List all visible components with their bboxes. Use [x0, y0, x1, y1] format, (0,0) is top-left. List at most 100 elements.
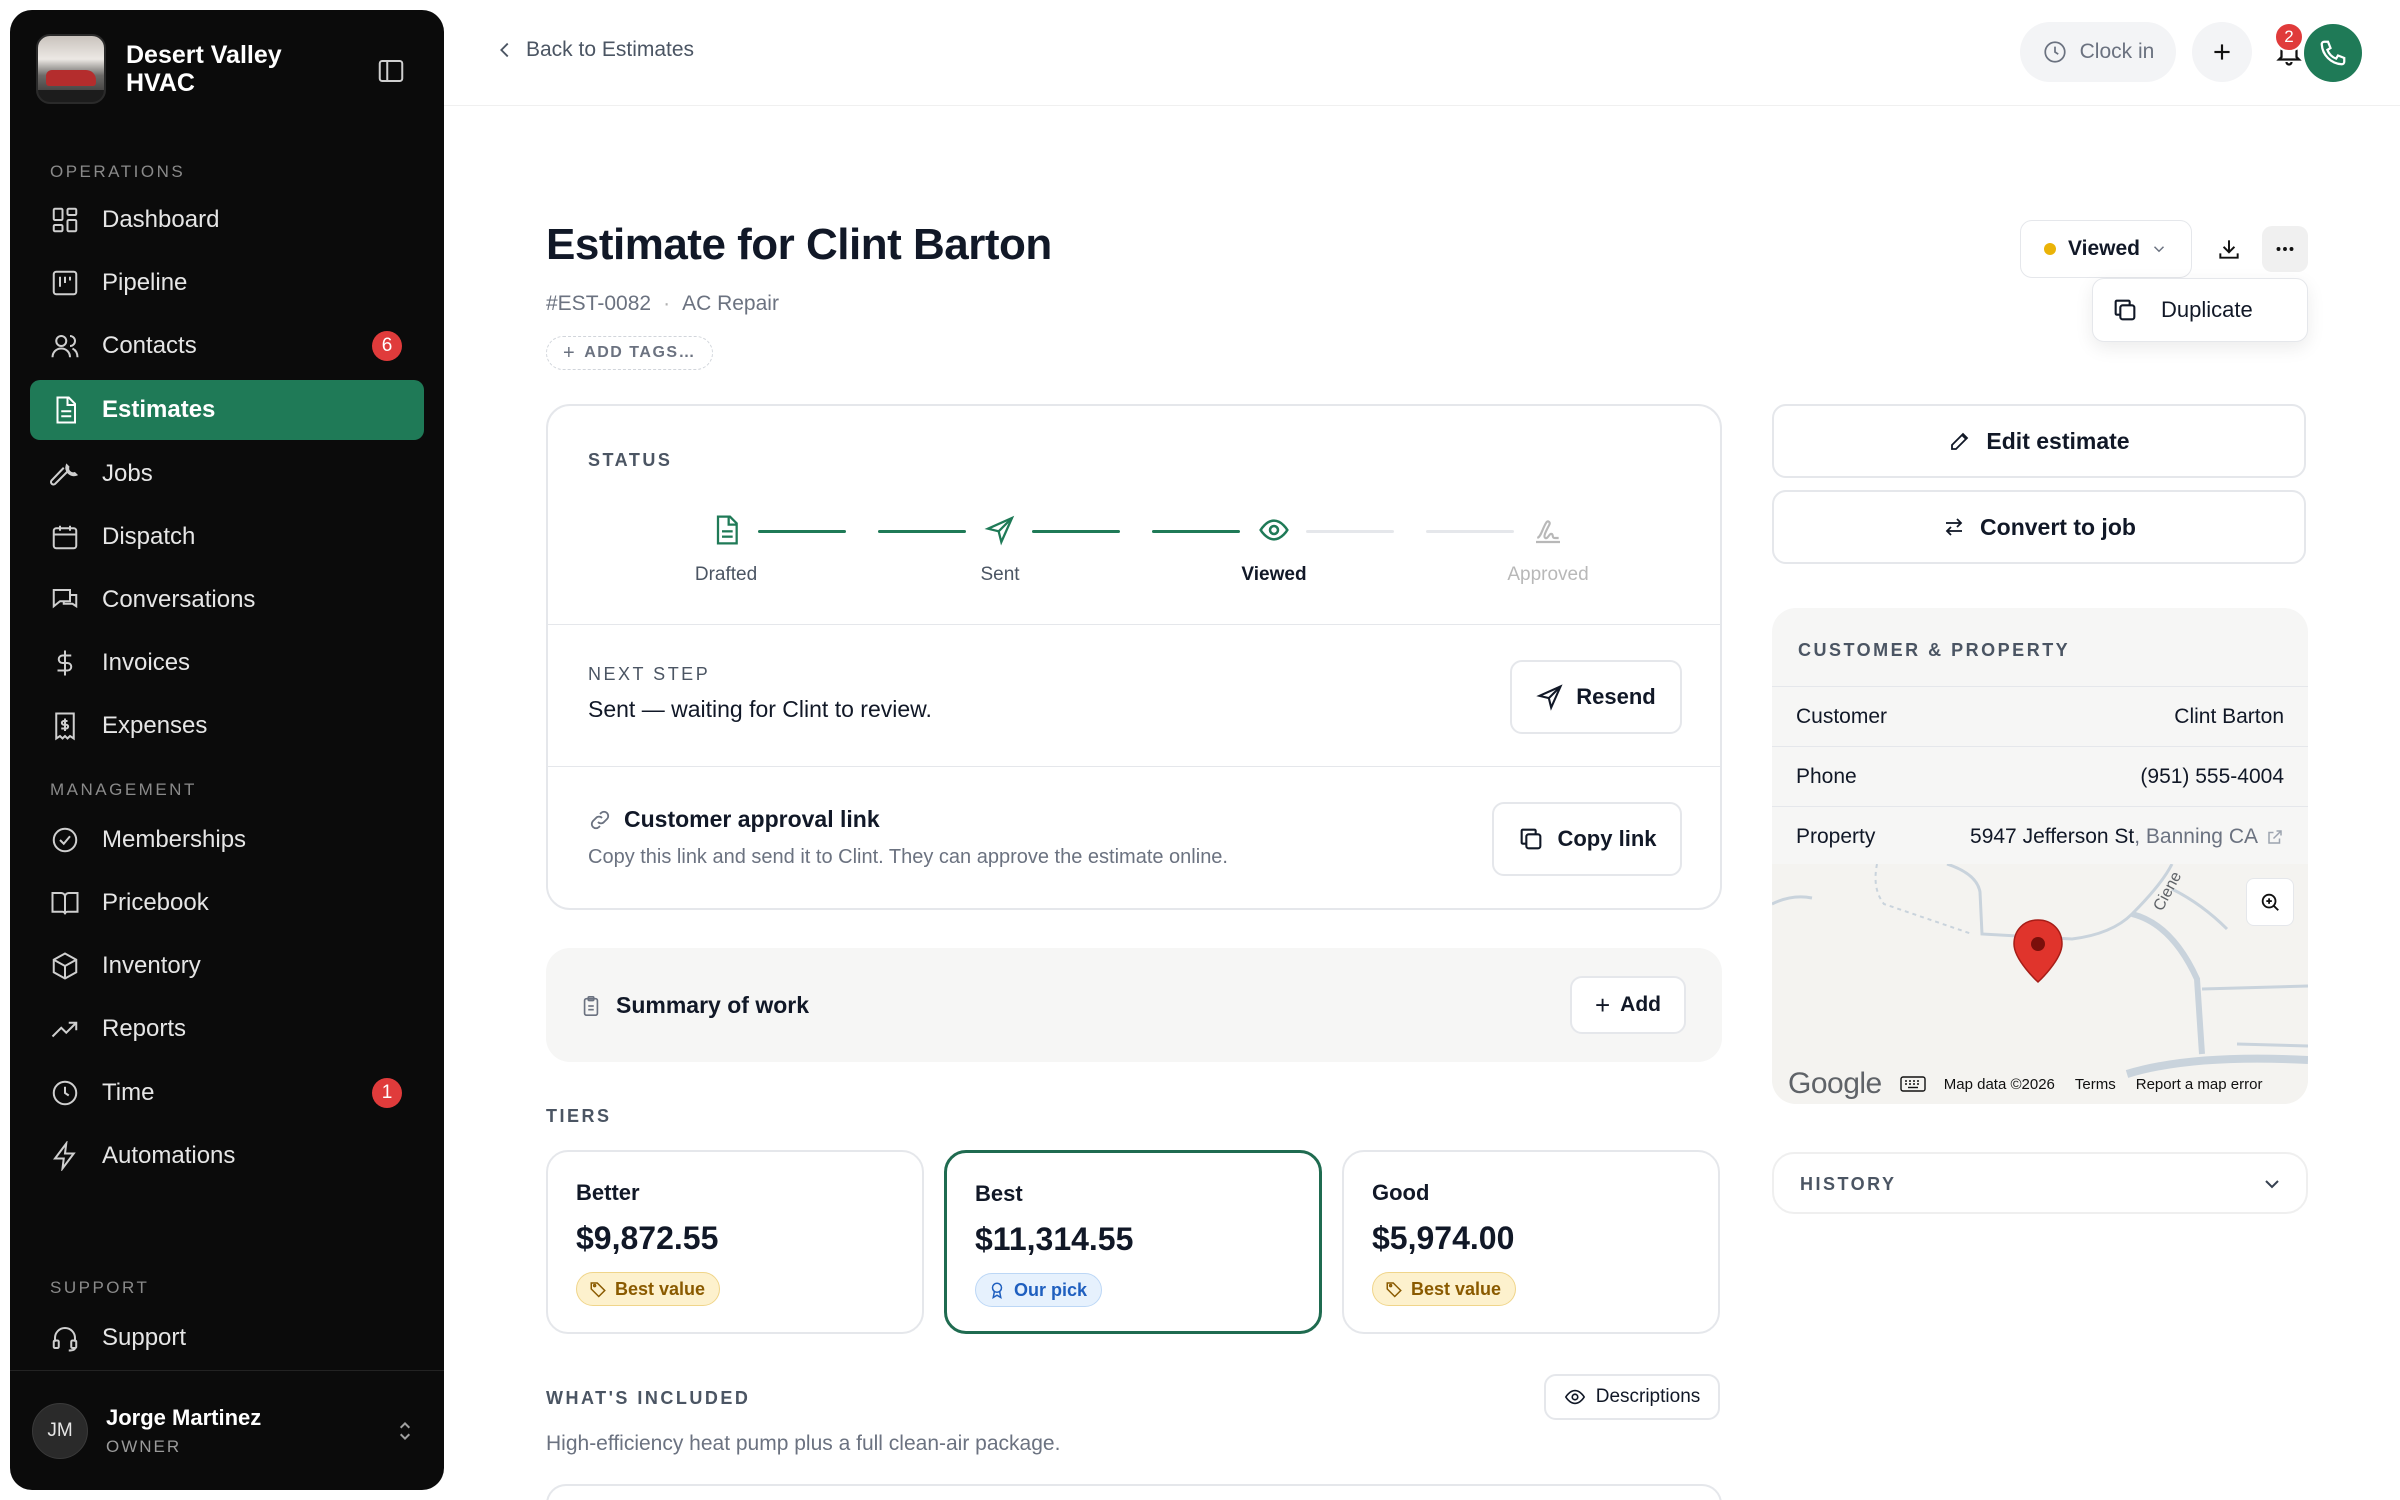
convert-to-job-button[interactable]: Convert to job — [1772, 490, 2306, 564]
history-label: HISTORY — [1800, 1174, 1897, 1194]
tier-card-best[interactable]: Best $11,314.55 Our pick — [944, 1150, 1322, 1334]
map-footer: Google Map data ©2026 Terms Report a map… — [1772, 1064, 2308, 1104]
pencil-icon — [1951, 432, 1969, 450]
sidebar-item-label: Pipeline — [102, 269, 188, 296]
map-report-error-link[interactable]: Report a map error — [2136, 1076, 2263, 1093]
sidebar-item-automations[interactable]: Automations — [30, 1126, 424, 1186]
eye-icon — [1564, 1389, 1585, 1405]
google-logo: Google — [1788, 1067, 1882, 1100]
avatar: JM — [32, 1403, 88, 1459]
sidebar-divider — [10, 1370, 444, 1371]
sidebar-item-pricebook[interactable]: Pricebook — [30, 873, 424, 933]
customer-name-value[interactable]: Clint Barton — [2174, 705, 2284, 729]
link-icon — [590, 810, 610, 829]
sidebar-item-label: Invoices — [102, 649, 191, 676]
more-options-button[interactable] — [2262, 226, 2308, 272]
duplicate-menu-item[interactable]: Duplicate — [2092, 278, 2308, 342]
status-select[interactable]: Viewed — [2020, 220, 2192, 278]
tier-card-better[interactable]: Better $9,872.55 Best value — [546, 1150, 924, 1334]
sidebar-item-label: Time — [102, 1079, 155, 1106]
sidebar-item-label: Contacts — [102, 332, 197, 359]
edit-estimate-button[interactable]: Edit estimate — [1772, 404, 2306, 478]
approval-description: Copy this link and send it to Clint. The… — [588, 846, 1228, 868]
status-dot — [2044, 243, 2056, 255]
phone-button[interactable] — [2304, 24, 2362, 82]
sidebar-item-pipeline[interactable]: Pipeline — [30, 253, 424, 313]
phone-value[interactable]: (951) 555-4004 — [2140, 765, 2284, 789]
resend-button[interactable]: Resend — [1510, 660, 1682, 734]
summary-title-text: Summary of work — [616, 992, 809, 1018]
clock-in-button[interactable]: Clock in — [2020, 22, 2176, 82]
copy-link-button[interactable]: Copy link — [1492, 802, 1682, 876]
sidebar-item-jobs[interactable]: Jobs — [30, 444, 424, 504]
sidebar-item-label: Conversations — [102, 586, 256, 613]
property-map[interactable]: Ciene Google Map data ©2026 Terms Report… — [1772, 864, 2308, 1104]
tier-badge-label: Our pick — [1014, 1279, 1088, 1300]
sidebar-item-invoices[interactable]: Invoices — [30, 633, 424, 693]
sidebar-item-conversations[interactable]: Conversations — [30, 570, 424, 630]
descriptions-toggle-button[interactable]: Descriptions — [1544, 1374, 1720, 1420]
calendar-icon — [50, 522, 80, 552]
map-zoom-button[interactable] — [2246, 878, 2294, 926]
status-label: STATUS — [588, 450, 673, 470]
quick-add-button[interactable] — [2192, 22, 2252, 82]
customer-property-label: CUSTOMER & PROPERTY — [1798, 640, 2071, 660]
sidebar-item-estimates[interactable]: Estimates — [30, 380, 424, 440]
summary-title: Summary of work — [580, 992, 809, 1019]
row-key: Customer — [1796, 704, 1888, 728]
time-count-badge: 1 — [372, 1078, 402, 1108]
signature-icon — [1532, 514, 1564, 546]
tier-badge: Our pick — [975, 1273, 1103, 1307]
section-label-operations: OPERATIONS — [50, 162, 186, 181]
pipeline-icon — [50, 268, 80, 298]
dashboard-icon — [50, 205, 80, 235]
user-name: Jorge Martinez — [106, 1405, 262, 1430]
tier-card-good[interactable]: Good $5,974.00 Best value — [1342, 1150, 1720, 1334]
card-divider — [548, 766, 1720, 767]
clipboard-icon — [583, 995, 599, 1016]
sidebar-item-memberships[interactable]: Memberships — [30, 810, 424, 870]
customer-row: Customer Clint Barton — [1772, 686, 2308, 746]
sidebar-item-reports[interactable]: Reports — [30, 999, 424, 1059]
sidebar-item-expenses[interactable]: Expenses — [30, 696, 424, 756]
next-step-label: NEXT STEP — [588, 664, 711, 684]
sidebar-item-label: Pricebook — [102, 889, 209, 916]
map-terms-link[interactable]: Terms — [2075, 1076, 2116, 1093]
add-tags-button[interactable]: + ADD TAGS… — [546, 336, 714, 370]
dollar-icon — [50, 648, 80, 678]
property-address-link[interactable]: 5947 Jefferson St, Banning CA — [1970, 825, 2284, 849]
phone-row: Phone (951) 555-4004 — [1772, 746, 2308, 806]
history-card[interactable]: HISTORY — [1772, 1152, 2308, 1214]
bolt-icon — [50, 1141, 80, 1171]
chevron-down-icon — [2260, 1172, 2284, 1196]
sidebar-item-contacts[interactable]: Contacts 6 — [30, 316, 424, 376]
whats-included-text: High-efficiency heat pump plus a full cl… — [546, 1432, 1061, 1455]
sidebar-item-label: Reports — [102, 1015, 187, 1042]
sidebar-item-dashboard[interactable]: Dashboard — [30, 190, 424, 250]
tier-name: Best — [975, 1181, 1023, 1206]
back-to-estimates-link[interactable]: Back to Estimates — [494, 38, 694, 62]
receipt-icon — [50, 711, 80, 741]
tier-price: $5,974.00 — [1372, 1220, 1515, 1256]
step-sent: Sent — [920, 514, 1080, 586]
topbar: Back to Estimates Clock in 2 — [444, 0, 2400, 106]
sidebar-item-dispatch[interactable]: Dispatch — [30, 507, 424, 567]
card-divider — [548, 624, 1720, 625]
add-summary-button[interactable]: + Add — [1570, 976, 1686, 1034]
user-menu[interactable]: JM Jorge Martinez OWNER — [32, 1396, 426, 1466]
copy-link-label: Copy link — [1557, 826, 1657, 851]
row-key: Property — [1796, 824, 1876, 848]
step-approved: Approved — [1468, 514, 1628, 586]
sidebar-item-time[interactable]: Time 1 — [30, 1063, 424, 1123]
download-icon — [2219, 240, 2239, 259]
sidebar-item-inventory[interactable]: Inventory — [30, 936, 424, 996]
summary-of-work-card: Summary of work + Add — [546, 948, 1722, 1062]
descriptions-label: Descriptions — [1595, 1386, 1701, 1407]
brand[interactable]: Desert Valley HVAC — [36, 34, 296, 104]
brand-logo — [36, 34, 106, 104]
add-label: Add — [1620, 993, 1661, 1016]
sidebar-item-support[interactable]: Support — [30, 1308, 424, 1368]
sidebar-collapse-icon[interactable] — [376, 56, 406, 86]
download-button[interactable] — [2206, 226, 2252, 272]
step-viewed: Viewed — [1194, 514, 1354, 586]
